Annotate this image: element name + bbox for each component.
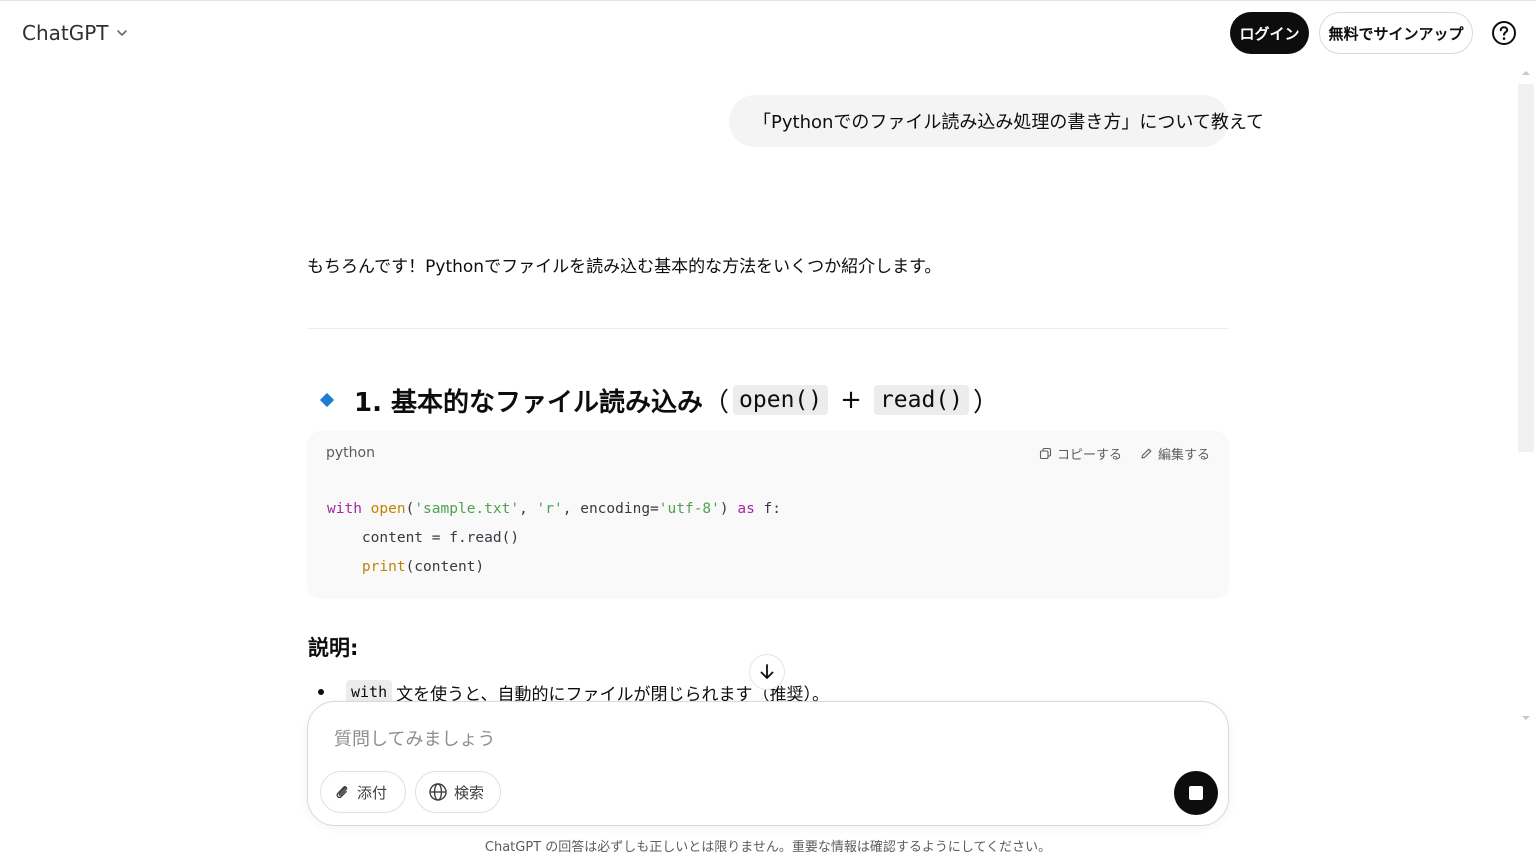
search-button[interactable]: 検索 (415, 771, 501, 813)
login-button[interactable]: ログイン (1230, 12, 1309, 54)
scroll-to-bottom-button[interactable] (749, 654, 785, 690)
disclaimer-text: ChatGPT の回答は必ずしも正しいとは限りません。重要な情報は確認するように… (484, 840, 1052, 855)
heading-text: 1. 基本的なファイル読み込み (354, 387, 704, 418)
copy-label: コピーする (1056, 448, 1122, 463)
copy-code-button[interactable]: コピーする (1039, 444, 1122, 463)
heading-close-paren: ） (973, 387, 1000, 418)
top-bar: ChatGPT ログイン 無料でサインアップ (0, 0, 1536, 64)
attach-label: 添付 (357, 783, 388, 802)
edit-label: 編集する (1157, 448, 1210, 463)
heading-open-paren: （ (703, 387, 730, 418)
scroll-down-arrow-icon[interactable] (1520, 713, 1532, 723)
app-title: ChatGPT (22, 21, 109, 45)
arrow-down-icon (760, 664, 774, 679)
copy-icon (1039, 447, 1052, 460)
model-switcher[interactable]: ChatGPT (14, 15, 137, 51)
code-language-label: python (326, 445, 375, 461)
pencil-icon (1141, 448, 1152, 459)
paperclip-icon (336, 785, 348, 799)
attach-button[interactable]: 添付 (320, 771, 406, 813)
divider (307, 328, 1229, 329)
heading-plus: + (840, 385, 862, 415)
bullet-dot (318, 689, 324, 695)
globe-icon (429, 783, 447, 801)
edit-code-button[interactable]: 編集する (1140, 444, 1210, 463)
section-heading: 1. 基本的なファイル読み込み （ open() + read() ） (318, 378, 999, 422)
user-message: 「Pythonでのファイル読み込み処理の書き方」について教えて (729, 95, 1264, 147)
chatgpt-page: ChatGPT ログイン 無料でサインアップ 「Pythonでのファイル読み込み… (0, 0, 1536, 861)
code-line-1: with open('sample.txt', 'r', encoding='u… (327, 501, 782, 517)
chevron-down-icon (116, 30, 127, 36)
message-composer: 添付 検索 (307, 701, 1229, 826)
assistant-intro: もちろんです！Pythonでファイルを読み込む基本的な方法をいくつか紹介します。 (307, 257, 942, 277)
code-actions: コピーする 編集する (1039, 444, 1210, 463)
prompt-input[interactable] (332, 724, 1156, 754)
question-circle-icon[interactable] (1491, 20, 1517, 46)
explanation-heading: 説明: (308, 636, 359, 660)
signup-button[interactable]: 無料でサインアップ (1319, 12, 1473, 54)
stop-generating-button[interactable] (1174, 771, 1218, 815)
code-line-2: content = f.read() (327, 530, 520, 546)
search-label: 検索 (454, 783, 485, 802)
code-block: python コピーする 編集する with open('sample.txt'… (307, 431, 1229, 599)
scroll-up-arrow-icon[interactable] (1520, 68, 1532, 78)
heading-code-open: open() (733, 385, 829, 415)
scrollbar-thumb[interactable] (1518, 84, 1534, 452)
stop-square-icon (1189, 786, 1203, 800)
code-content: with open('sample.txt', 'r', encoding='u… (327, 495, 781, 582)
blue-diamond-icon (319, 392, 335, 408)
heading-code-read: read() (873, 385, 970, 415)
code-line-3: print(content) (361, 559, 485, 575)
